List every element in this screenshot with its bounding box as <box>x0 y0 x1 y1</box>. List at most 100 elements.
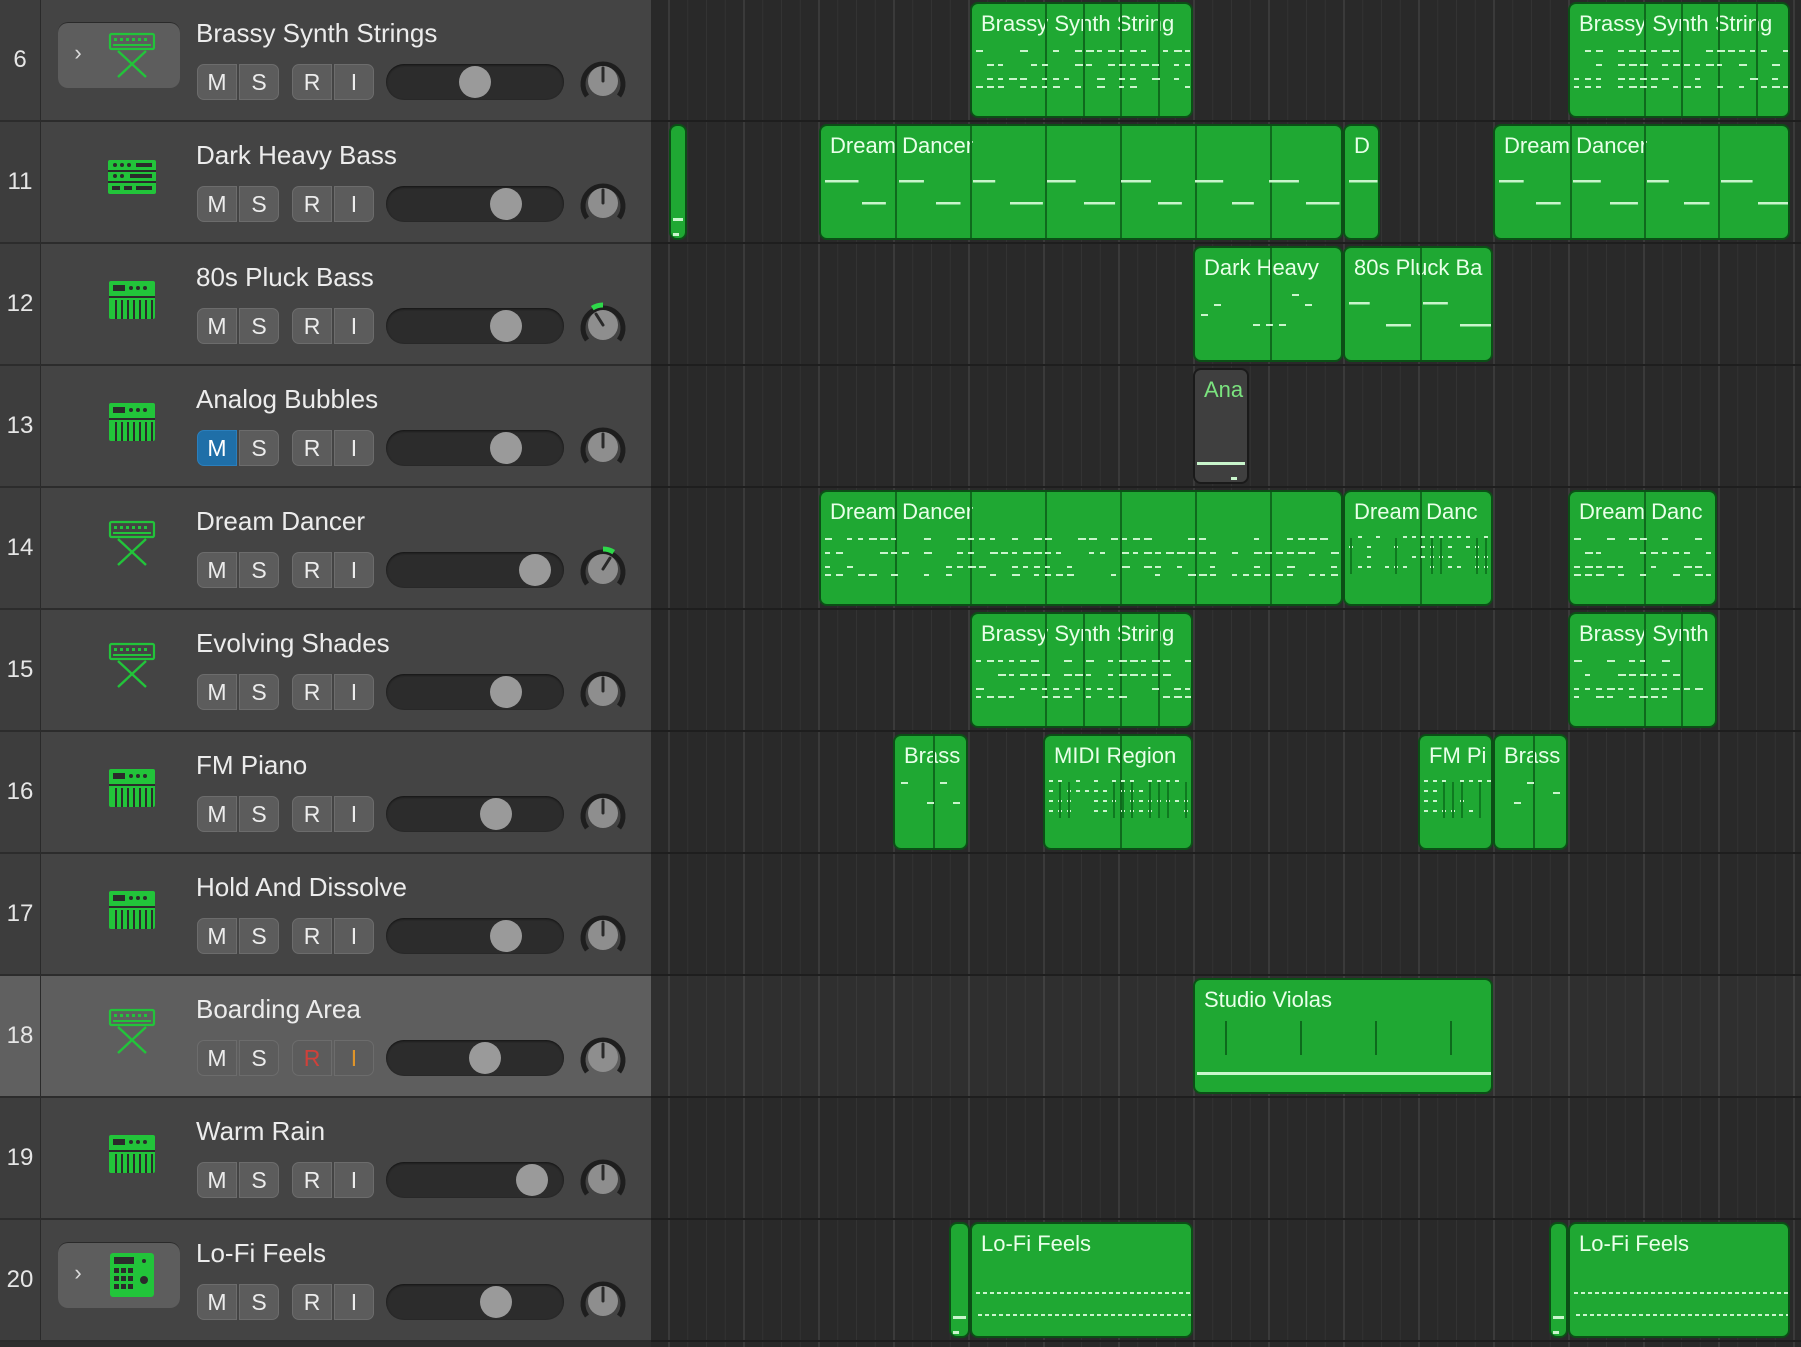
volume-slider-thumb[interactable] <box>490 310 523 342</box>
track-name[interactable]: Evolving Shades <box>196 628 390 659</box>
volume-slider-thumb[interactable] <box>468 1042 501 1074</box>
volume-slider[interactable] <box>386 64 564 100</box>
mute-button[interactable]: M <box>197 1162 237 1198</box>
volume-slider-thumb[interactable] <box>490 188 523 220</box>
pan-knob[interactable] <box>578 1032 628 1082</box>
midi-region[interactable]: Dark Heavy <box>1193 246 1343 362</box>
volume-slider[interactable] <box>386 552 564 588</box>
record-enable-button[interactable]: R <box>292 430 332 466</box>
volume-slider[interactable] <box>386 796 564 832</box>
pan-knob[interactable] <box>578 1154 628 1204</box>
disclosure-chevron-icon[interactable]: › <box>68 40 88 66</box>
track-header-11[interactable]: 11 Dark Heavy Bass M S R I <box>0 122 651 244</box>
solo-button[interactable]: S <box>239 918 279 954</box>
pan-knob[interactable] <box>578 910 628 960</box>
record-enable-button[interactable]: R <box>292 308 332 344</box>
input-monitor-button[interactable]: I <box>334 1040 374 1076</box>
volume-slider[interactable] <box>386 918 564 954</box>
midi-region[interactable]: MIDI Region <box>1043 734 1193 850</box>
track-header-19[interactable]: 19 Warm Rain M S R I <box>0 1098 651 1220</box>
track-name[interactable]: Lo-Fi Feels <box>196 1238 326 1269</box>
input-monitor-button[interactable]: I <box>334 430 374 466</box>
midi-region[interactable]: Dream Danc <box>1568 490 1717 606</box>
volume-slider-thumb[interactable] <box>459 66 491 98</box>
midi-region[interactable]: Brassy Synth String <box>970 2 1193 118</box>
midi-region[interactable]: D <box>1343 124 1380 240</box>
input-monitor-button[interactable]: I <box>334 64 374 100</box>
midi-region[interactable] <box>949 1222 970 1338</box>
volume-slider[interactable] <box>386 1040 564 1076</box>
record-enable-button[interactable]: R <box>292 64 332 100</box>
mute-button[interactable]: M <box>197 308 237 344</box>
mute-button[interactable]: M <box>197 552 237 588</box>
track-name[interactable]: Warm Rain <box>196 1116 325 1147</box>
record-enable-button[interactable]: R <box>292 1284 332 1320</box>
solo-button[interactable]: S <box>239 308 279 344</box>
pan-knob[interactable] <box>578 56 628 106</box>
track-name[interactable]: Dark Heavy Bass <box>196 140 397 171</box>
pan-knob[interactable] <box>578 1276 628 1326</box>
input-monitor-button[interactable]: I <box>334 552 374 588</box>
solo-button[interactable]: S <box>239 186 279 222</box>
volume-slider-thumb[interactable] <box>490 676 523 708</box>
midi-region[interactable]: Ana <box>1193 368 1249 484</box>
midi-region[interactable]: Dream Danc <box>1343 490 1493 606</box>
volume-slider-thumb[interactable] <box>490 920 523 952</box>
pan-knob[interactable] <box>578 788 628 838</box>
record-enable-button[interactable]: R <box>292 674 332 710</box>
record-enable-button[interactable]: R <box>292 918 332 954</box>
track-header-6[interactable]: 6 › Brassy Synth Strings M S R I <box>0 0 651 122</box>
mute-button[interactable]: M <box>197 430 237 466</box>
input-monitor-button[interactable]: I <box>334 308 374 344</box>
track-name[interactable]: Hold And Dissolve <box>196 872 407 903</box>
track-header-17[interactable]: 17 Hold And Dissolve M S R I <box>0 854 651 976</box>
record-enable-button[interactable]: R <box>292 1162 332 1198</box>
track-name[interactable]: FM Piano <box>196 750 307 781</box>
midi-region[interactable] <box>1549 1222 1568 1338</box>
solo-button[interactable]: S <box>239 1284 279 1320</box>
volume-slider-thumb[interactable] <box>480 798 513 830</box>
track-name[interactable]: Brassy Synth Strings <box>196 18 437 49</box>
mute-button[interactable]: M <box>197 64 237 100</box>
midi-region[interactable]: Brass <box>893 734 968 850</box>
midi-region[interactable]: Lo-Fi Feels <box>970 1222 1193 1338</box>
mute-button[interactable]: M <box>197 186 237 222</box>
midi-region[interactable]: FM Pi <box>1418 734 1493 850</box>
track-header-14[interactable]: 14 Dream Dancer M S R I <box>0 488 651 610</box>
midi-region[interactable]: Brassy Synth String <box>1568 2 1790 118</box>
mute-button[interactable]: M <box>197 1284 237 1320</box>
track-lane[interactable] <box>651 1098 1801 1220</box>
input-monitor-button[interactable]: I <box>334 186 374 222</box>
track-lane[interactable] <box>651 732 1801 854</box>
solo-button[interactable]: S <box>239 674 279 710</box>
track-header-12[interactable]: 12 80s Pluck Bass M S R I <box>0 244 651 366</box>
track-header-15[interactable]: 15 Evolving Shades M S R I <box>0 610 651 732</box>
volume-slider[interactable] <box>386 1162 564 1198</box>
midi-region[interactable] <box>669 124 687 240</box>
input-monitor-button[interactable]: I <box>334 796 374 832</box>
solo-button[interactable]: S <box>239 552 279 588</box>
solo-button[interactable]: S <box>239 64 279 100</box>
record-enable-button[interactable]: R <box>292 552 332 588</box>
volume-slider[interactable] <box>386 1284 564 1320</box>
midi-region[interactable]: Brass <box>1493 734 1568 850</box>
midi-region[interactable]: Lo-Fi Feels <box>1568 1222 1790 1338</box>
midi-region[interactable]: Dream Dancer <box>1493 124 1790 240</box>
pan-knob[interactable] <box>578 422 628 472</box>
midi-region[interactable]: Brassy Synth String <box>970 612 1193 728</box>
mute-button[interactable]: M <box>197 796 237 832</box>
mute-button[interactable]: M <box>197 674 237 710</box>
volume-slider-thumb[interactable] <box>480 1286 513 1318</box>
volume-slider-thumb[interactable] <box>490 432 523 464</box>
midi-region[interactable]: Dream Dancer <box>819 124 1343 240</box>
pan-knob[interactable] <box>578 666 628 716</box>
input-monitor-button[interactable]: I <box>334 1162 374 1198</box>
midi-region[interactable]: Dream Dancer <box>819 490 1343 606</box>
midi-region[interactable]: Brassy Synth <box>1568 612 1717 728</box>
volume-slider-thumb[interactable] <box>515 1164 548 1196</box>
track-stack-button[interactable]: › <box>58 1242 180 1308</box>
record-enable-button[interactable]: R <box>292 186 332 222</box>
pan-knob[interactable] <box>578 178 628 228</box>
volume-slider[interactable] <box>386 308 564 344</box>
arrange-area[interactable]: Brassy Synth String Brassy Synth String Dr… <box>651 0 1801 1347</box>
